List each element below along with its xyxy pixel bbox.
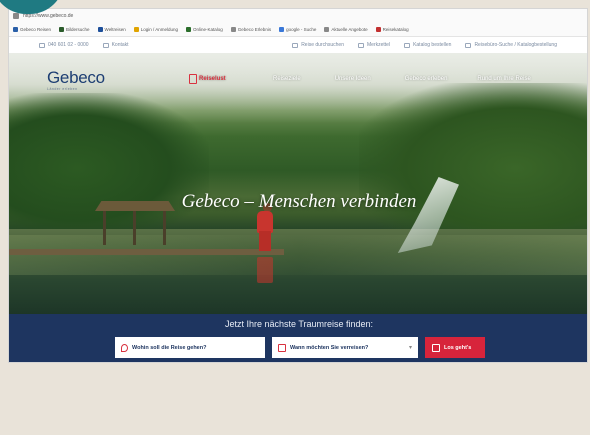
hut-post bbox=[163, 211, 166, 245]
destination-field[interactable]: Wohin soll die Reise gehen? bbox=[115, 337, 265, 358]
bookmark-item[interactable]: Reisekatalog bbox=[375, 27, 409, 32]
search-heading: Jetzt Ihre nächste Traumreise finden: bbox=[224, 319, 374, 329]
main-nav: Gebeco Länder erleben Reiselust Reisezie… bbox=[9, 53, 587, 105]
search-icon bbox=[432, 343, 440, 352]
catalog-link[interactable]: Katalog bestellen bbox=[404, 42, 451, 48]
bookmark-item[interactable]: Weltreisen bbox=[97, 27, 126, 32]
fisher-body bbox=[257, 211, 273, 233]
fisher-reflection bbox=[257, 257, 273, 283]
search-icon bbox=[292, 42, 299, 48]
fisher-legs bbox=[259, 231, 271, 251]
phone-link[interactable]: 040 601 02 - 0000 bbox=[39, 42, 89, 48]
travel-date-field[interactable]: Wann möchten Sie verreisen? ▾ bbox=[272, 337, 418, 358]
bookmark-item[interactable]: google - Suche bbox=[279, 27, 316, 32]
bookmark-item[interactable]: Gebeco Erlebnis bbox=[230, 27, 271, 32]
browser-window: https://www.gebeco.de Gebeco Reisen Bild… bbox=[8, 8, 588, 363]
hut-post bbox=[133, 211, 136, 245]
bookmark-item[interactable]: Bildersuche bbox=[59, 27, 90, 32]
search-link[interactable]: Reise durchsuchen bbox=[292, 42, 344, 48]
reiselust-link[interactable]: Reiselust bbox=[189, 74, 267, 84]
bookmark-icon bbox=[186, 27, 192, 32]
catalog-icon bbox=[404, 42, 411, 48]
bookmark-icon bbox=[133, 27, 139, 32]
agency-icon bbox=[465, 42, 472, 48]
bookmark-icon bbox=[59, 27, 65, 32]
agency-link[interactable]: Reisebüro-Suche / Katalogbestellung bbox=[465, 42, 557, 48]
bookmark-icon bbox=[13, 27, 18, 32]
address-bar[interactable]: https://www.gebeco.de bbox=[9, 9, 587, 23]
reiselust-icon bbox=[189, 74, 197, 84]
gebeco-logo[interactable]: Gebeco Länder erleben bbox=[47, 68, 167, 91]
search-band: Jetzt Ihre nächste Traumreise finden: Wo… bbox=[9, 314, 587, 362]
nav-item-reise[interactable]: Rund um Ihre Reise bbox=[477, 76, 530, 82]
wishlist-link[interactable]: Merkzettel bbox=[358, 42, 390, 48]
bookmark-icon bbox=[279, 27, 285, 32]
mail-icon bbox=[102, 42, 109, 48]
bookmark-icon bbox=[97, 27, 103, 32]
bookmark-icon bbox=[230, 27, 236, 32]
hero-trees-right bbox=[359, 83, 587, 253]
nav-item-erleben[interactable]: Gebeco erleben bbox=[405, 76, 448, 82]
contact-link[interactable]: Kontakt bbox=[102, 42, 129, 48]
location-pin-icon bbox=[121, 343, 128, 352]
chevron-down-icon: ▾ bbox=[408, 345, 412, 351]
nav-item-ideen[interactable]: Unsere Ideen bbox=[335, 76, 371, 82]
bookmark-icon bbox=[375, 27, 381, 32]
heart-icon bbox=[358, 42, 364, 48]
bookmark-item[interactable]: Login / Anmeldung bbox=[133, 27, 178, 32]
hero-raft bbox=[9, 249, 284, 255]
lock-icon bbox=[13, 13, 19, 19]
calendar-icon bbox=[278, 343, 286, 352]
bookmark-item[interactable]: Gebeco Reisen bbox=[13, 27, 51, 32]
bookmark-item[interactable]: Aktuelle Angebote bbox=[324, 27, 368, 32]
bookmark-item[interactable]: Online-Katalog bbox=[186, 27, 223, 32]
hero-banner: Gebeco Länder erleben Reiselust Reisezie… bbox=[9, 53, 587, 314]
search-submit-button[interactable]: Los geht's bbox=[425, 337, 485, 358]
bookmarks-bar: Gebeco Reisen Bildersuche Weltreisen Log… bbox=[9, 23, 587, 37]
nav-item-reiseziele[interactable]: Reiseziele bbox=[273, 76, 301, 82]
bookmark-icon bbox=[324, 27, 330, 32]
phone-icon bbox=[39, 42, 45, 48]
hut-post bbox=[103, 211, 106, 245]
hero-title: Gebeco – Menschen verbinden bbox=[181, 191, 417, 212]
utility-bar: 040 601 02 - 0000 Kontakt Reise durchsuc… bbox=[9, 37, 587, 53]
